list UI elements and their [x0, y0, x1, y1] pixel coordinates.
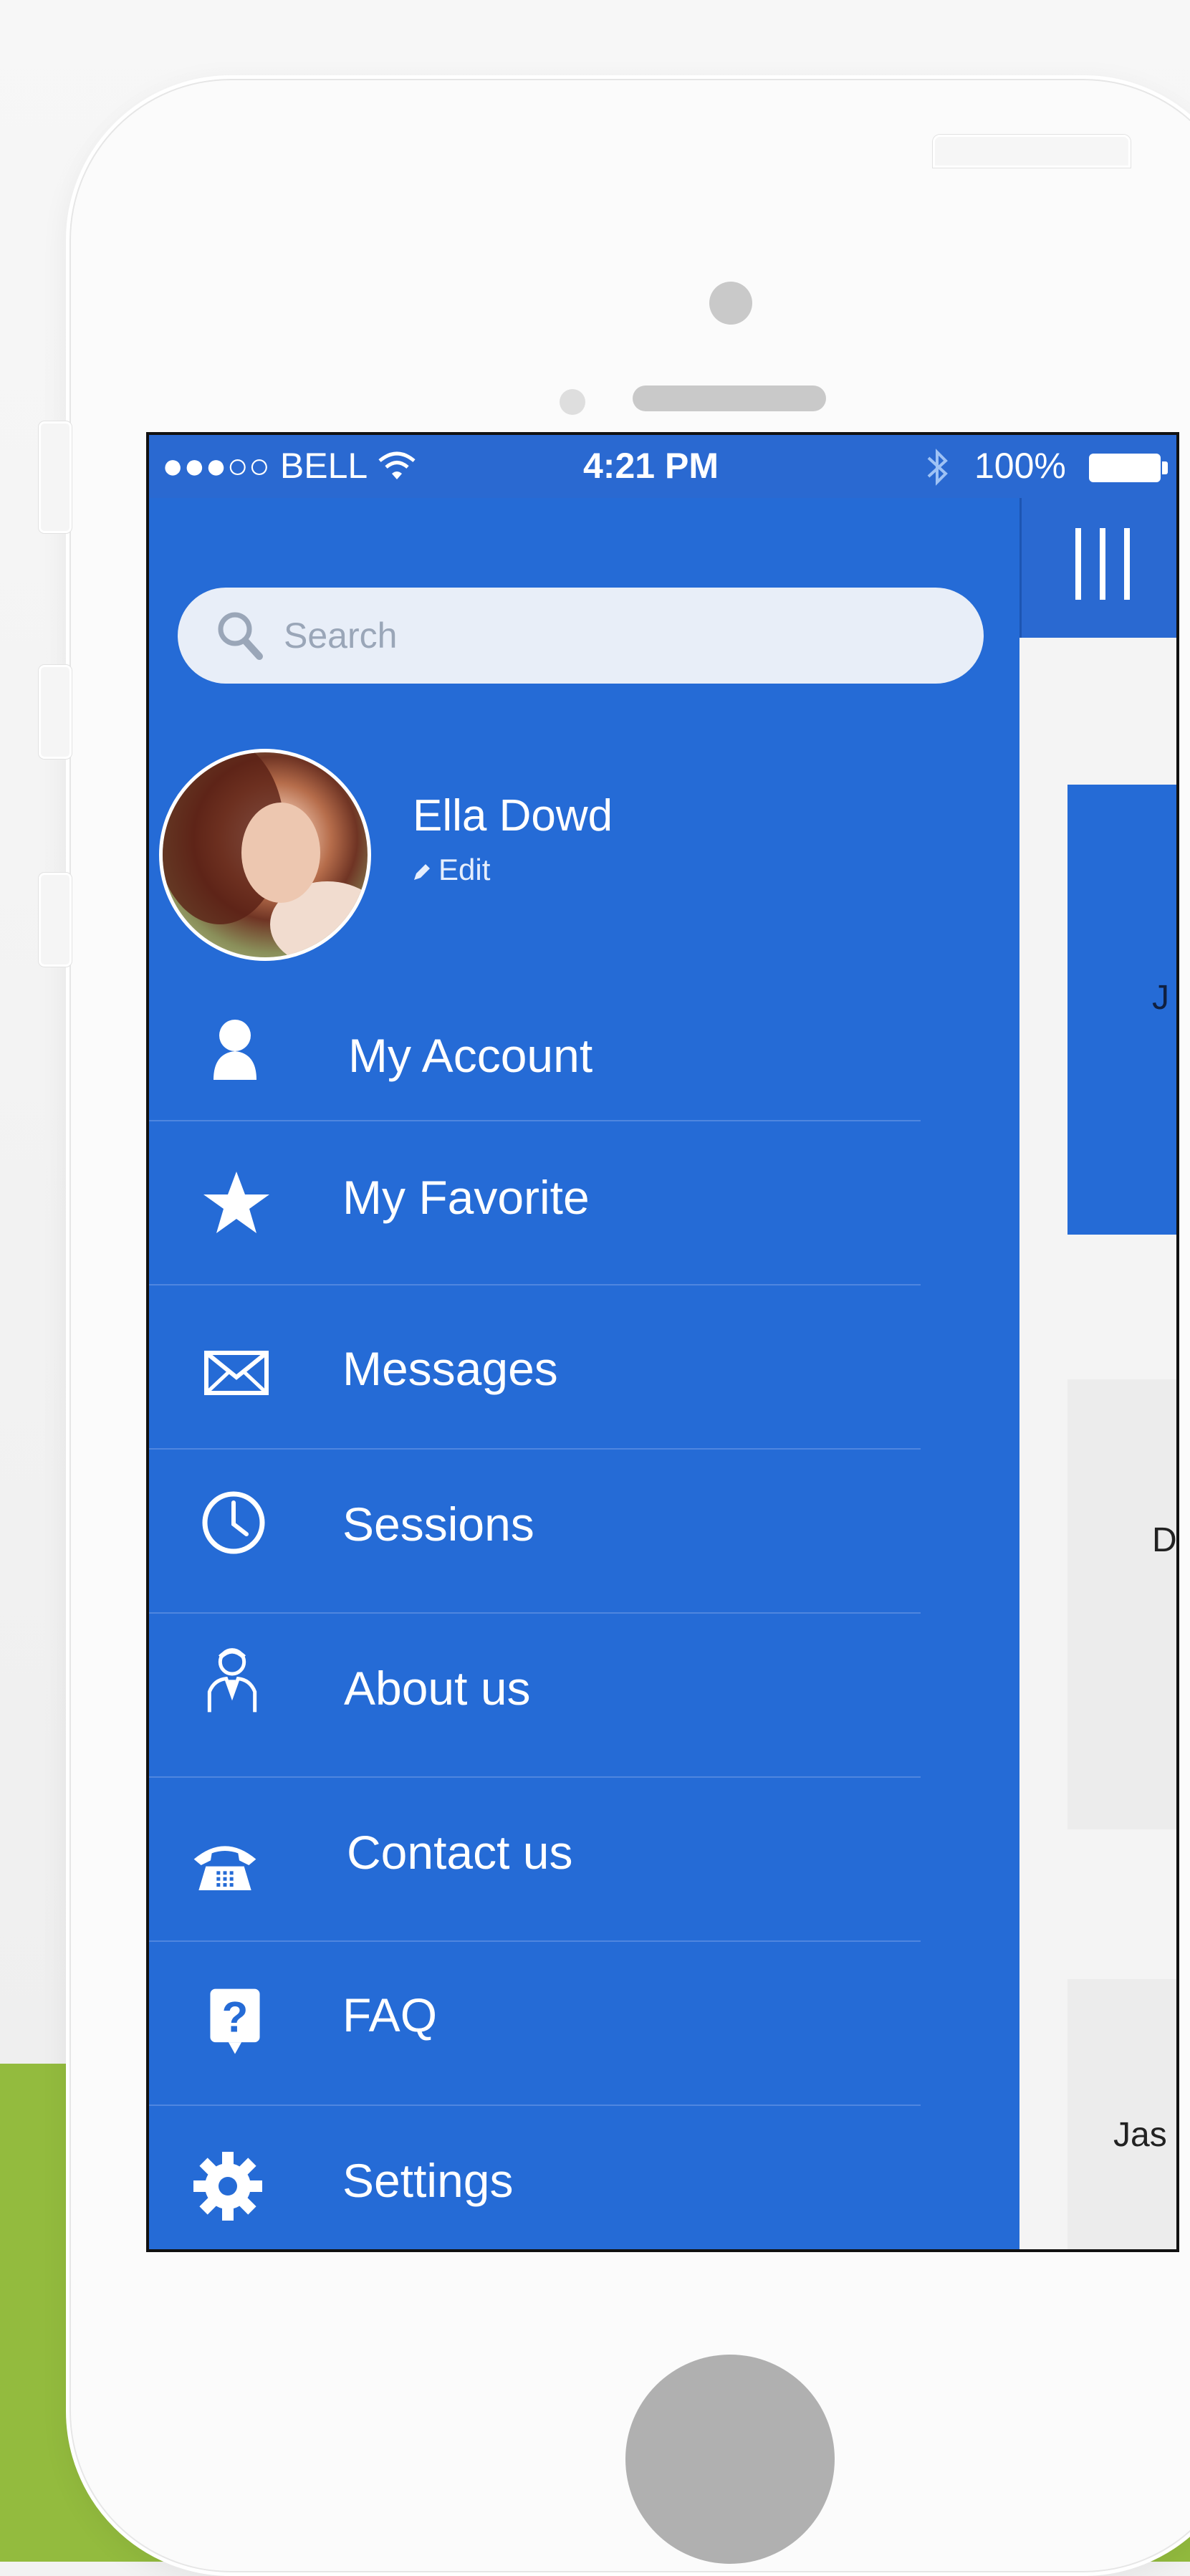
menu-item-sessions[interactable]: Sessions [149, 1450, 921, 1614]
menu-label: Sessions [342, 1498, 534, 1551]
menu-label: My Account [348, 1029, 593, 1082]
power-button [933, 135, 1131, 168]
content-card[interactable]: Jas [1067, 1979, 1176, 2249]
menu-item-messages[interactable]: Messages [149, 1285, 921, 1450]
user-icon [213, 1020, 256, 1080]
pencil-icon [414, 863, 430, 880]
content-card[interactable]: D [1067, 1379, 1176, 1829]
envelope-icon [204, 1351, 269, 1395]
menu-label: FAQ [342, 1988, 438, 2041]
menu-toggle-icon[interactable] [1075, 528, 1133, 600]
clock-time: 4:21 PM [583, 446, 719, 486]
navigation-drawer: Search Ella Dowd Edit My Account My Favo… [149, 498, 1019, 2249]
menu-item-contact-us[interactable]: Contact us [149, 1778, 921, 1942]
status-bar: ●●●○○ BELL 4:21 PM 100% [149, 435, 1176, 498]
menu-item-faq[interactable]: ? FAQ [149, 1942, 921, 2106]
gear-icon [193, 2152, 262, 2221]
avatar[interactable] [159, 749, 371, 961]
search-placeholder: Search [284, 616, 398, 656]
menu-label: My Favorite [342, 1171, 590, 1224]
card-title: J [1152, 979, 1169, 1017]
battery-tip [1162, 461, 1168, 474]
search-input[interactable]: Search [178, 588, 984, 684]
star-icon [203, 1172, 269, 1233]
battery-icon [1089, 454, 1161, 482]
card-title: Jas [1113, 2116, 1167, 2154]
earpiece-speaker [633, 386, 826, 411]
menu-item-my-account[interactable]: My Account [149, 991, 921, 1121]
menu-item-about-us[interactable]: About us [149, 1614, 921, 1778]
svg-text:?: ? [222, 1993, 249, 2041]
volume-up-button [39, 665, 72, 759]
carrier-label: ●●●○○ BELL [162, 446, 368, 486]
menu-item-settings[interactable]: Settings [149, 2106, 921, 2249]
phone-screen: J D Jas ●●●○○ BELL 4:21 PM 100% Search E… [146, 432, 1179, 2252]
wifi-icon [378, 451, 416, 479]
mute-switch [39, 421, 72, 533]
search-icon [218, 612, 263, 660]
telephone-icon [193, 1846, 256, 1890]
main-header-bar [1019, 498, 1176, 638]
edit-profile-link[interactable]: Edit [413, 853, 490, 887]
person-tie-icon [207, 1648, 257, 1713]
battery-percent: 100% [974, 446, 1066, 486]
volume-down-button [39, 873, 72, 967]
content-card[interactable]: J [1067, 785, 1176, 1235]
front-camera [709, 282, 752, 325]
question-icon: ? [210, 1988, 260, 2054]
menu-label: About us [344, 1662, 531, 1715]
menu-label: Contact us [347, 1826, 573, 1879]
bluetooth-icon [927, 449, 948, 486]
menu-label: Settings [342, 2154, 514, 2207]
menu-label: Messages [342, 1342, 558, 1395]
clock-icon [202, 1491, 265, 1554]
home-button[interactable] [625, 2355, 835, 2564]
menu-item-my-favorite[interactable]: My Favorite [149, 1121, 921, 1285]
profile-name: Ella Dowd [413, 791, 613, 841]
card-title: D [1152, 1521, 1177, 1559]
proximity-sensor [560, 389, 585, 415]
edit-label: Edit [438, 853, 491, 886]
